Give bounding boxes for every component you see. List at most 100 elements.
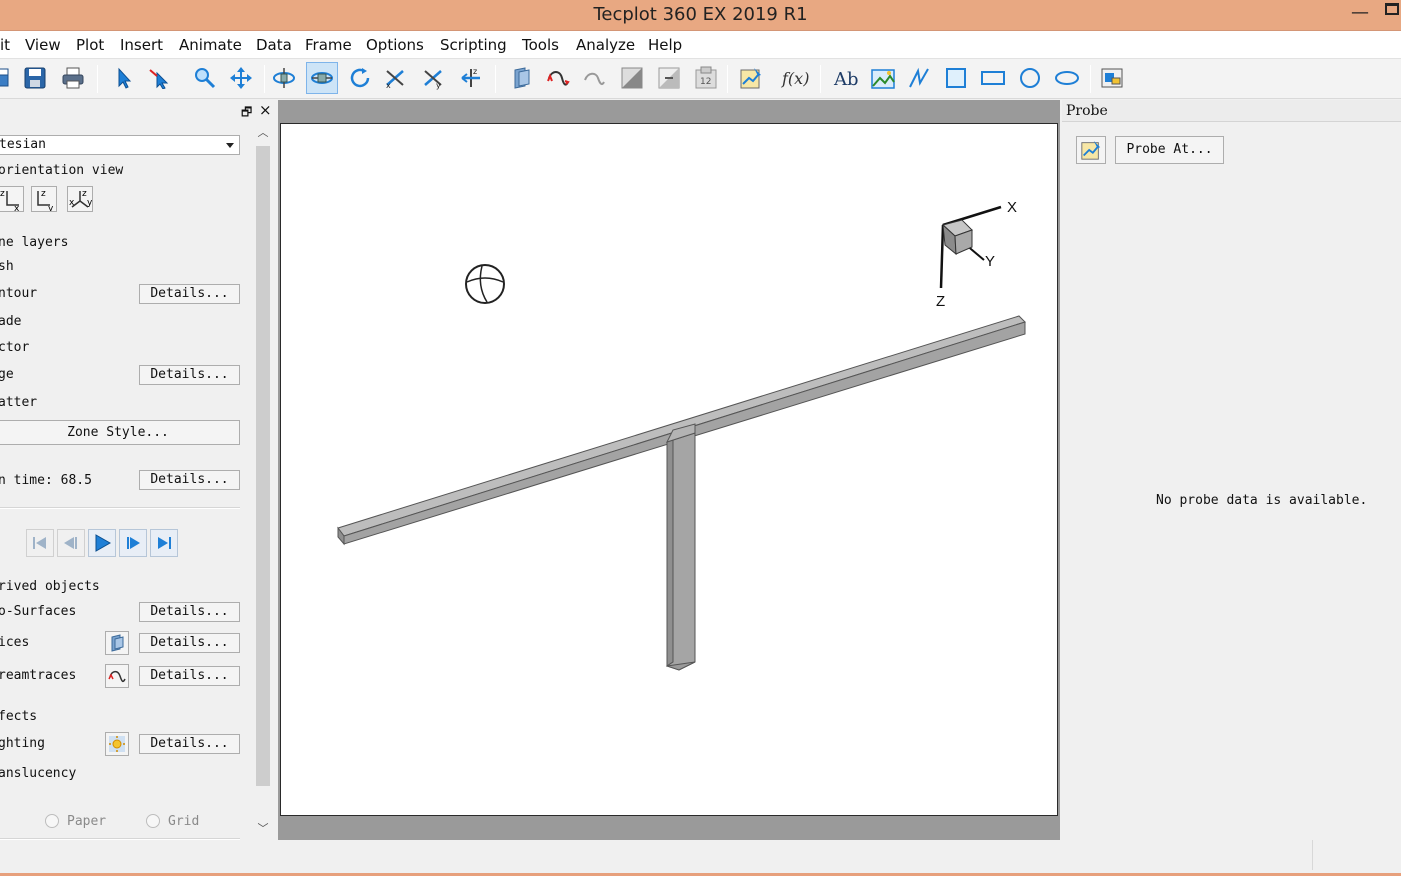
layer-scatter-label[interactable]: atter: [0, 395, 37, 410]
play-button[interactable]: [88, 529, 116, 557]
toolbar-separator: [264, 65, 265, 93]
probe-at-button[interactable]: Probe At...: [1115, 136, 1224, 164]
layer-edge-label[interactable]: ge: [0, 367, 14, 382]
menu-plot[interactable]: Plot: [76, 36, 104, 54]
slices-details-button[interactable]: Details...: [139, 633, 240, 653]
lighting-details-button[interactable]: Details...: [139, 734, 240, 754]
paper-radio[interactable]: [45, 814, 59, 828]
menu-frame[interactable]: Frame: [305, 36, 352, 54]
orient-zy-button[interactable]: zy: [31, 186, 57, 214]
menu-edit[interactable]: it: [0, 36, 10, 54]
step-back-button[interactable]: [57, 529, 85, 557]
contour-details-button[interactable]: Details...: [139, 284, 240, 304]
plot-canvas[interactable]: X Y Z: [280, 123, 1058, 816]
translate-icon[interactable]: [225, 62, 257, 94]
toolbar-separator: [97, 65, 98, 93]
print-icon[interactable]: [57, 62, 89, 94]
text-icon[interactable]: Ab: [830, 62, 862, 94]
contour-add-icon[interactable]: [616, 62, 648, 94]
svg-text:y: y: [87, 198, 92, 208]
slices-label[interactable]: ices: [0, 635, 29, 650]
scroll-down-icon[interactable]: ﹀: [254, 820, 272, 838]
minimize-button[interactable]: —: [1350, 0, 1370, 28]
open-icon[interactable]: [0, 62, 18, 94]
ellipse-icon[interactable]: [1051, 62, 1083, 94]
menu-tools[interactable]: Tools: [522, 36, 559, 54]
save-icon[interactable]: [19, 62, 51, 94]
scrollbar-thumb[interactable]: [256, 146, 270, 786]
menu-insert[interactable]: Insert: [120, 36, 163, 54]
selector-icon[interactable]: [108, 62, 140, 94]
probe-panel: Probe Probe At... No probe data is avail…: [1062, 100, 1401, 876]
skip-to-end-button[interactable]: [150, 529, 178, 557]
probe-empty-message: No probe data is available.: [1156, 493, 1368, 508]
probe-tool-icon[interactable]: [735, 62, 767, 94]
divider: [0, 838, 240, 840]
menu-animate[interactable]: Animate: [179, 36, 242, 54]
sidebar-scrollbar[interactable]: ︿ ﹀: [254, 124, 272, 844]
time-details-button[interactable]: Details...: [139, 470, 240, 490]
streamtrace-tool-icon[interactable]: [542, 62, 574, 94]
divider: [0, 507, 240, 509]
orient-xy-button[interactable]: zxy: [67, 186, 93, 212]
step-forward-button[interactable]: [119, 529, 147, 557]
plot-type-value: tesian: [0, 137, 46, 152]
layer-shade-label[interactable]: ade: [0, 314, 21, 329]
adjustor-icon[interactable]: [144, 62, 176, 94]
lighting-label[interactable]: ghting: [0, 736, 45, 751]
translucency-label[interactable]: anslucency: [0, 766, 76, 781]
sidebar-panel: 🗗 × tesian orientation view zx zy zxy ne…: [0, 100, 276, 845]
slice-tool-icon[interactable]: [505, 62, 537, 94]
spherical-rotate-icon[interactable]: [344, 62, 376, 94]
window-title: Tecplot 360 EX 2019 R1: [593, 4, 808, 25]
toolbar-separator: [727, 65, 728, 93]
iso-surfaces-label[interactable]: o-Surfaces: [0, 604, 76, 619]
text-icon-label: Ab: [833, 69, 859, 90]
paper-radio-label: Paper: [67, 814, 107, 829]
tecplot-window: Tecplot 360 EX 2019 R1 — it View Plot In…: [0, 0, 1401, 876]
rollerball-icon[interactable]: x: [380, 62, 412, 94]
streamtraces-details-button[interactable]: Details...: [139, 666, 240, 686]
contour-level-icon[interactable]: 12: [690, 62, 722, 94]
orient-zx-button[interactable]: zx: [0, 186, 24, 214]
probe-rotate-icon[interactable]: z: [455, 62, 487, 94]
zoom-icon[interactable]: [189, 62, 221, 94]
t-beam-geometry: [337, 315, 1026, 671]
plot-type-select[interactable]: tesian: [0, 135, 240, 155]
probe-tool-icon[interactable]: [1076, 136, 1106, 164]
menu-view[interactable]: View: [25, 36, 61, 54]
polyline-icon[interactable]: [903, 62, 935, 94]
menu-data[interactable]: Data: [256, 36, 292, 54]
grid-radio[interactable]: [146, 814, 160, 828]
streamtrace-icon[interactable]: [105, 664, 129, 688]
menu-help[interactable]: Help: [648, 36, 682, 54]
scroll-up-icon[interactable]: ︿: [254, 124, 272, 142]
edge-details-button[interactable]: Details...: [139, 365, 240, 385]
slice-icon[interactable]: [105, 631, 129, 655]
layer-vector-label[interactable]: ctor: [0, 340, 29, 355]
circle-icon[interactable]: [1014, 62, 1046, 94]
square-icon[interactable]: [940, 62, 972, 94]
close-panel-icon[interactable]: ×: [259, 101, 272, 119]
twist-icon[interactable]: y: [418, 62, 450, 94]
menu-analyze[interactable]: Analyze: [576, 36, 635, 54]
image-icon[interactable]: [867, 62, 899, 94]
streamtrace-undo-icon[interactable]: [578, 62, 610, 94]
iso-surfaces-details-button[interactable]: Details...: [139, 602, 240, 622]
maximize-button[interactable]: [1385, 3, 1399, 15]
layer-mesh-label[interactable]: sh: [0, 259, 14, 274]
zone-style-button[interactable]: Zone Style...: [0, 420, 240, 445]
rotate-3d-icon[interactable]: [268, 62, 300, 94]
function-icon[interactable]: f(x): [779, 62, 811, 94]
skip-to-start-button[interactable]: [26, 529, 54, 557]
lighting-icon[interactable]: [105, 732, 129, 756]
menu-scripting[interactable]: Scripting: [440, 36, 507, 54]
frame-icon[interactable]: [1096, 62, 1128, 94]
rectangle-icon[interactable]: [977, 62, 1009, 94]
contour-remove-icon[interactable]: [653, 62, 685, 94]
menu-options[interactable]: Options: [366, 36, 424, 54]
layer-contour-label[interactable]: ntour: [0, 286, 37, 301]
rotate-axis-icon[interactable]: [306, 62, 338, 94]
streamtraces-label[interactable]: reamtraces: [0, 668, 76, 683]
float-panel-icon[interactable]: 🗗: [241, 103, 252, 124]
